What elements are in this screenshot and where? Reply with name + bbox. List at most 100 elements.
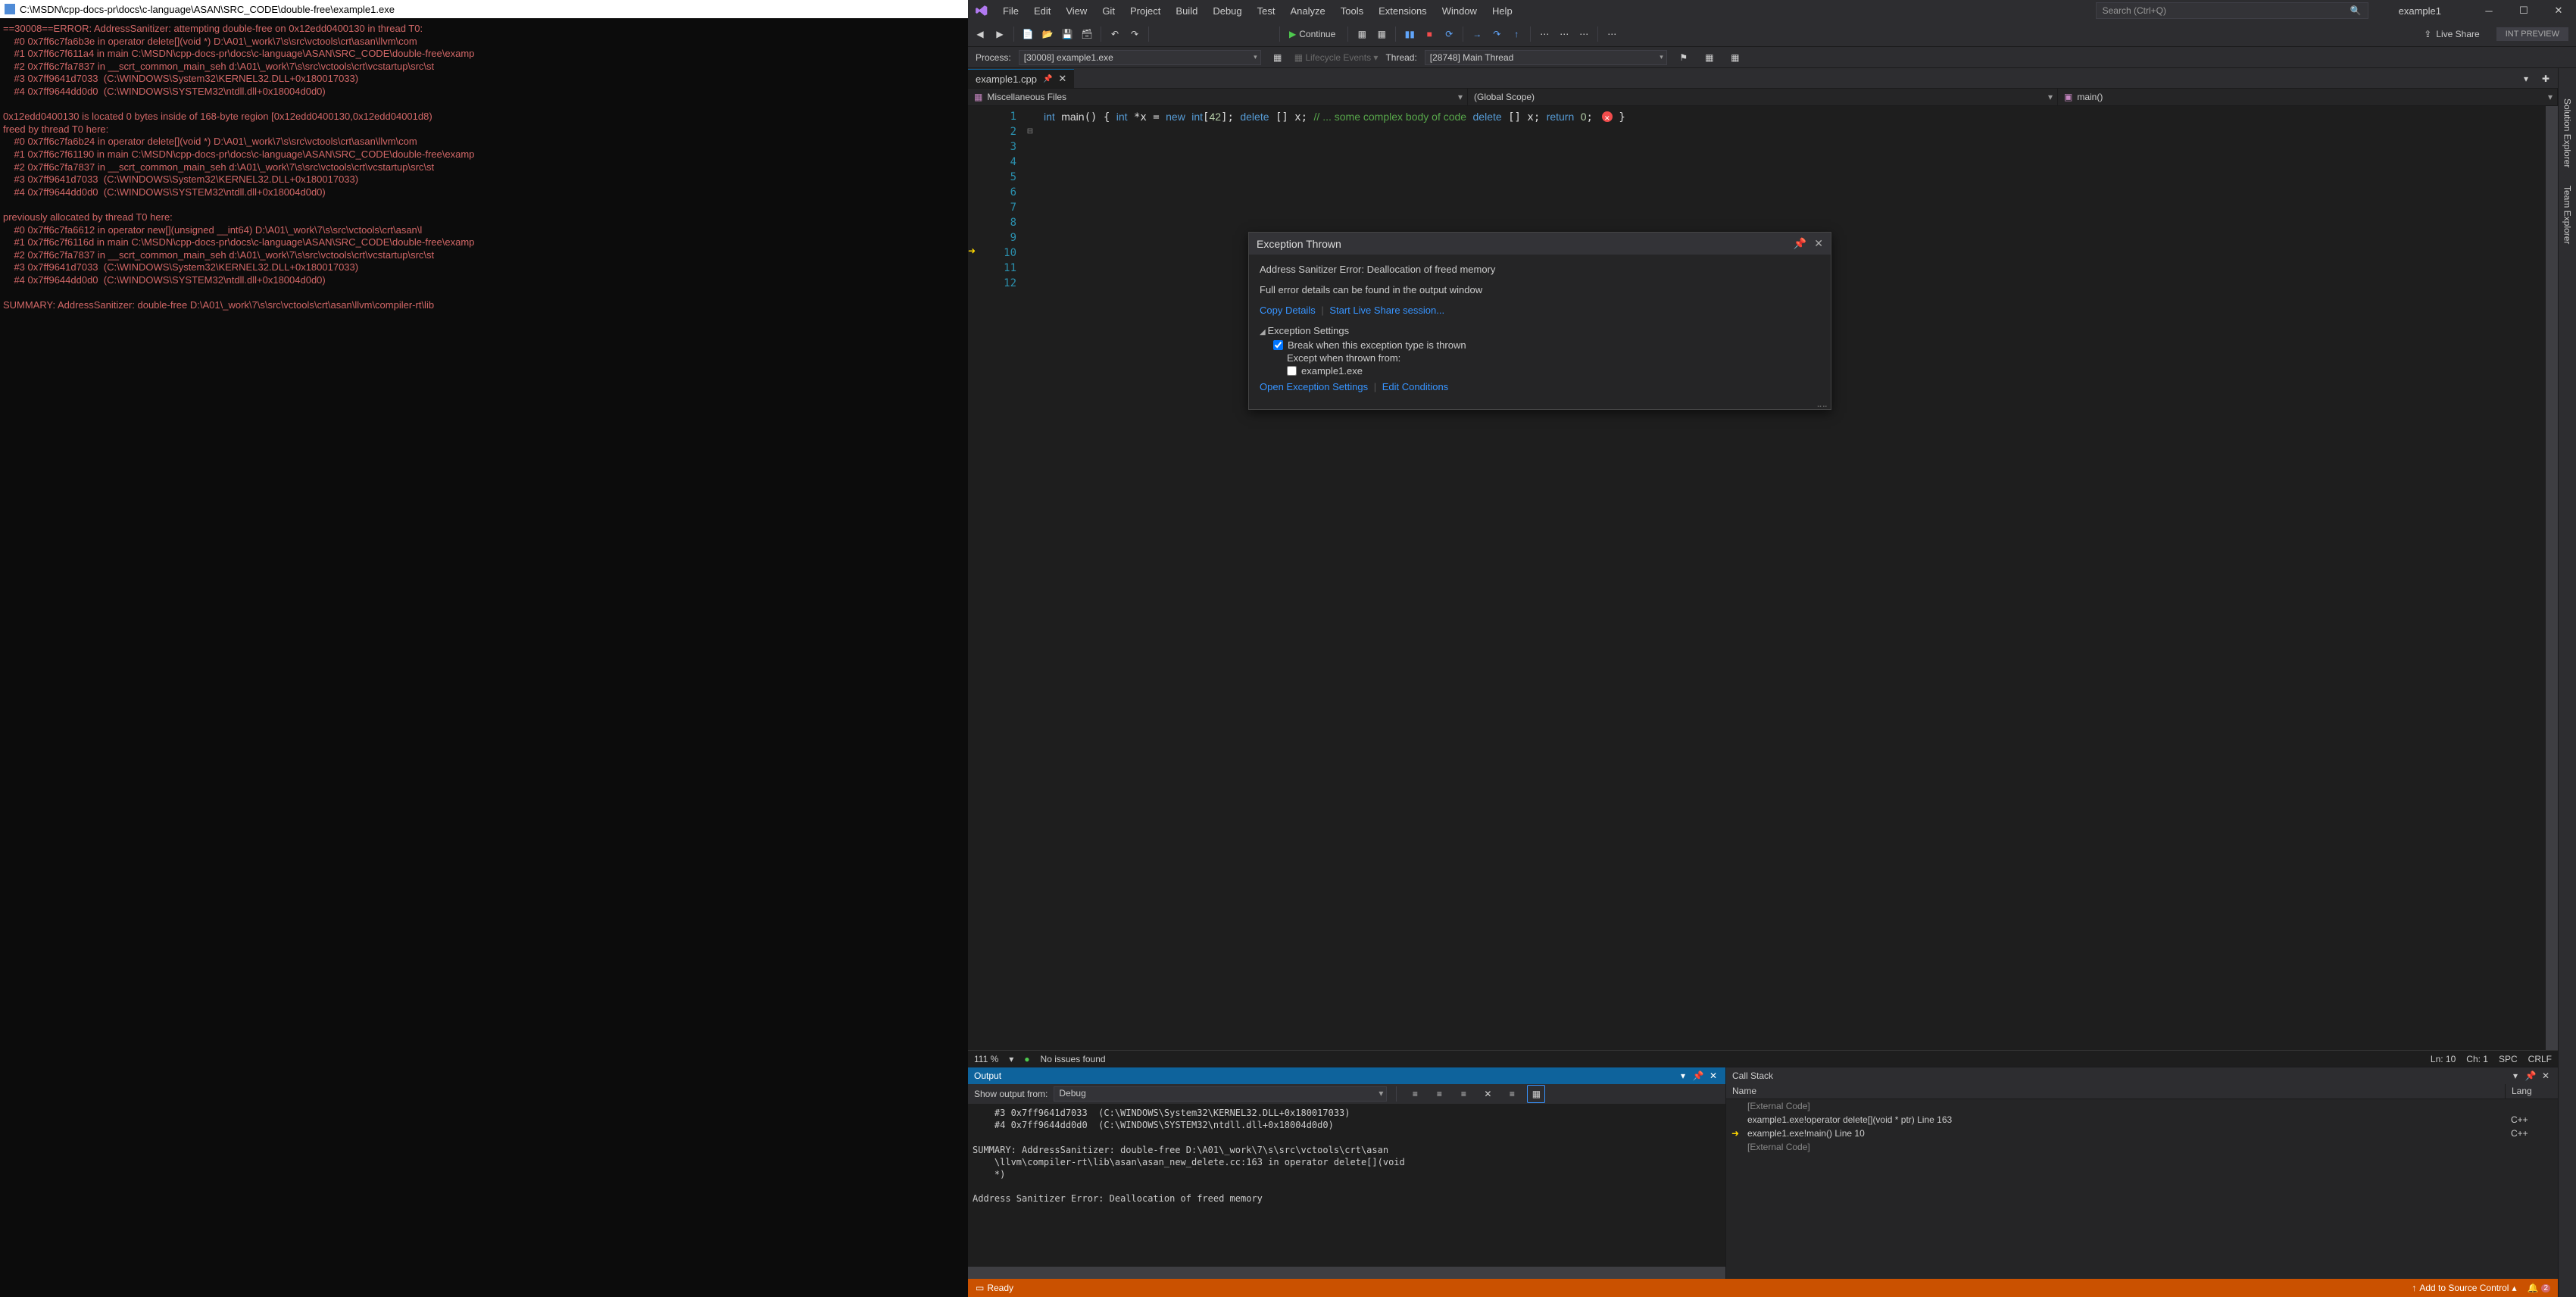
start-liveshare-link[interactable]: Start Live Share session... <box>1329 305 1444 316</box>
menu-test[interactable]: Test <box>1250 0 1283 21</box>
zoom-dropdown-icon[interactable]: ▾ <box>1009 1054 1013 1064</box>
callstack-title[interactable]: Call Stack ▾ 📌 ✕ <box>1726 1067 2558 1084</box>
output-source-combo[interactable]: Debug <box>1054 1086 1387 1102</box>
zoom-level[interactable]: 111 % <box>974 1054 998 1064</box>
save-all-button[interactable]: 🗃 <box>1078 25 1096 43</box>
undo-button[interactable]: ↶ <box>1106 25 1124 43</box>
new-file-button[interactable]: 📄 <box>1019 25 1037 43</box>
process-combo[interactable]: [30008] example1.exe <box>1019 50 1261 65</box>
close-button[interactable]: ✕ <box>2541 0 2576 21</box>
menu-git[interactable]: Git <box>1094 0 1123 21</box>
notifications-icon[interactable]: 🔔2 <box>2527 1283 2550 1293</box>
scope-class[interactable]: (Global Scope) <box>1468 89 2058 105</box>
db-icon-2[interactable]: ⚑ <box>1675 48 1693 67</box>
save-button[interactable]: 💾 <box>1058 25 1076 43</box>
callstack-body[interactable]: [External Code]example1.exe!operator del… <box>1726 1099 2558 1279</box>
tab-dropdown-icon[interactable]: ▾ <box>2517 70 2535 88</box>
out-btn-2[interactable]: ≡ <box>1430 1085 1448 1103</box>
lineending-info[interactable]: CRLF <box>2528 1054 2552 1064</box>
step-into-button[interactable]: → <box>1468 25 1486 43</box>
cs-dropdown-icon[interactable]: ▾ <box>2509 1070 2521 1081</box>
search-input[interactable]: Search (Ctrl+Q) 🔍 <box>2096 2 2368 19</box>
menu-extensions[interactable]: Extensions <box>1371 0 1435 21</box>
forward-button[interactable]: ▶ <box>991 25 1009 43</box>
output-dropdown-icon[interactable]: ▾ <box>1677 1070 1689 1081</box>
step-over-button[interactable]: ↷ <box>1488 25 1506 43</box>
output-title[interactable]: Output ▾ 📌 ✕ <box>968 1067 1725 1084</box>
close-popup-icon[interactable]: ✕ <box>1814 237 1823 250</box>
minimize-button[interactable]: ─ <box>2471 0 2506 21</box>
step-out-button[interactable]: ↑ <box>1507 25 1525 43</box>
sidetab-team-explorer[interactable]: Team Explorer <box>2560 178 2575 252</box>
scope-function[interactable]: ▣main() <box>2058 89 2558 105</box>
pin-popup-icon[interactable]: 📌 <box>1794 237 1806 250</box>
output-scrollbar[interactable] <box>968 1267 1725 1279</box>
liveshare-button[interactable]: ⇪Live Share <box>2416 25 2487 43</box>
col-lang[interactable]: Lang <box>2505 1084 2558 1099</box>
tb-icon-b[interactable]: ⋯ <box>1555 25 1573 43</box>
callstack-row[interactable]: [External Code] <box>1726 1099 2558 1113</box>
tb-icon-1[interactable]: ▦ <box>1353 25 1371 43</box>
out-btn-6[interactable]: ▦ <box>1527 1085 1545 1103</box>
callstack-row[interactable]: [External Code] <box>1726 1140 2558 1154</box>
break-checkbox[interactable] <box>1273 340 1283 350</box>
open-file-button[interactable]: 📂 <box>1038 25 1057 43</box>
sidetab-solution-explorer[interactable]: Solution Explorer <box>2560 91 2575 175</box>
menu-view[interactable]: View <box>1058 0 1094 21</box>
stop-button[interactable]: ■ <box>1420 25 1438 43</box>
exception-settings-head[interactable]: Exception Settings <box>1260 325 1820 336</box>
out-btn-4[interactable]: ✕ <box>1478 1085 1497 1103</box>
out-btn-3[interactable]: ≡ <box>1454 1085 1472 1103</box>
tab-plus-icon[interactable]: ✚ <box>2537 70 2555 88</box>
copy-details-link[interactable]: Copy Details <box>1260 305 1316 316</box>
pause-button[interactable]: ▮▮ <box>1400 25 1419 43</box>
break-checkbox-row[interactable]: Break when this exception type is thrown <box>1273 339 1820 351</box>
menu-file[interactable]: File <box>995 0 1026 21</box>
menu-window[interactable]: Window <box>1435 0 1485 21</box>
console-titlebar[interactable]: C:\MSDN\cpp-docs-pr\docs\c-language\ASAN… <box>0 0 968 18</box>
output-close-icon[interactable]: ✕ <box>1707 1070 1719 1081</box>
db-icon-3[interactable]: ▦ <box>1700 48 1719 67</box>
module-checkbox-row[interactable]: example1.exe <box>1287 365 1820 377</box>
tab-example1[interactable]: example1.cpp 📌 ✕ <box>968 69 1074 88</box>
output-body[interactable]: #3 0x7ff9641d7033 (C:\WINDOWS\System32\K… <box>968 1104 1725 1267</box>
scope-project[interactable]: ▦Miscellaneous Files <box>968 89 1468 105</box>
fold-column[interactable]: ⊟ <box>1024 106 1036 1050</box>
cs-pin-icon[interactable]: 📌 <box>2524 1070 2537 1081</box>
continue-button[interactable]: ▶Continue <box>1285 25 1343 43</box>
callstack-row[interactable]: example1.exe!operator delete[](void * pt… <box>1726 1113 2558 1127</box>
menu-analyze[interactable]: Analyze <box>1282 0 1332 21</box>
thread-combo[interactable]: [28748] Main Thread <box>1425 50 1667 65</box>
db-icon-1[interactable]: ▦ <box>1269 48 1287 67</box>
menu-debug[interactable]: Debug <box>1205 0 1249 21</box>
restart-button[interactable]: ⟳ <box>1440 25 1458 43</box>
back-button[interactable]: ◀ <box>971 25 989 43</box>
tb-icon-a[interactable]: ⋯ <box>1535 25 1553 43</box>
callstack-row[interactable]: ➜example1.exe!main() Line 10C++ <box>1726 1127 2558 1140</box>
char-info[interactable]: Ch: 1 <box>2466 1054 2488 1064</box>
code-editor[interactable]: ➜ 123456789101112 ⊟ int main() { int *x … <box>968 106 2558 1050</box>
tb-icon-d[interactable]: ⋯ <box>1603 25 1621 43</box>
exception-header[interactable]: Exception Thrown 📌 ✕ <box>1249 233 1831 255</box>
line-info[interactable]: Ln: 10 <box>2431 1054 2456 1064</box>
out-btn-5[interactable]: ≡ <box>1503 1085 1521 1103</box>
vs-logo-icon[interactable] <box>968 4 995 17</box>
module-checkbox[interactable] <box>1287 366 1297 376</box>
pin-icon[interactable]: 📌 <box>1043 75 1052 83</box>
resize-grip-icon[interactable]: ⣀⣀ <box>1816 399 1828 408</box>
db-icon-4[interactable]: ▦ <box>1726 48 1744 67</box>
cs-close-icon[interactable]: ✕ <box>2540 1070 2552 1081</box>
out-btn-1[interactable]: ≡ <box>1406 1085 1424 1103</box>
close-tab-icon[interactable]: ✕ <box>1058 73 1066 85</box>
col-name[interactable]: Name <box>1726 1084 2505 1099</box>
issues-text[interactable]: No issues found <box>1041 1054 1106 1064</box>
menu-tools[interactable]: Tools <box>1333 0 1371 21</box>
redo-button[interactable]: ↷ <box>1126 25 1144 43</box>
tb-icon-2[interactable]: ▦ <box>1372 25 1391 43</box>
spaces-info[interactable]: SPC <box>2499 1054 2518 1064</box>
console-output[interactable]: ==30008==ERROR: AddressSanitizer: attemp… <box>0 18 968 317</box>
editor-scrollbar[interactable] <box>2546 106 2558 1050</box>
menu-project[interactable]: Project <box>1123 0 1168 21</box>
error-marker-icon[interactable] <box>1602 111 1613 122</box>
output-pin-icon[interactable]: 📌 <box>1692 1070 1704 1081</box>
